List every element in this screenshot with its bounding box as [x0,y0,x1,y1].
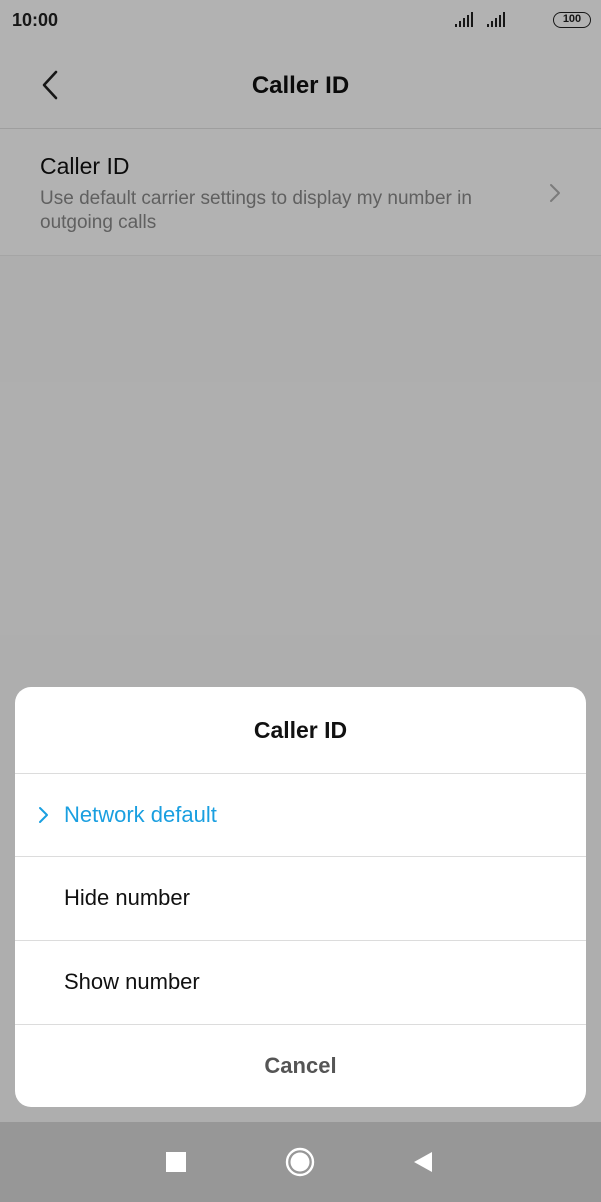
recents-icon[interactable] [160,1146,192,1178]
cancel-label: Cancel [264,1053,337,1078]
home-icon[interactable] [284,1146,316,1178]
back-icon[interactable] [408,1146,440,1178]
screen: 10:00 100 Caller ID Caller ID Use defaul… [0,0,601,1202]
option-network-default[interactable]: Network default [15,773,586,855]
option-label: Show number [64,969,200,994]
option-hide-number[interactable]: Hide number [15,856,586,938]
option-label: Network default [64,802,217,827]
dialog-title: Caller ID [253,717,348,743]
option-label: Hide number [64,885,190,910]
cancel-button[interactable]: Cancel [15,1024,586,1107]
caller-id-dialog: Caller ID Network default Hide number Sh… [15,687,586,1107]
selected-chevron-icon [39,807,48,823]
option-show-number[interactable]: Show number [15,940,586,1022]
